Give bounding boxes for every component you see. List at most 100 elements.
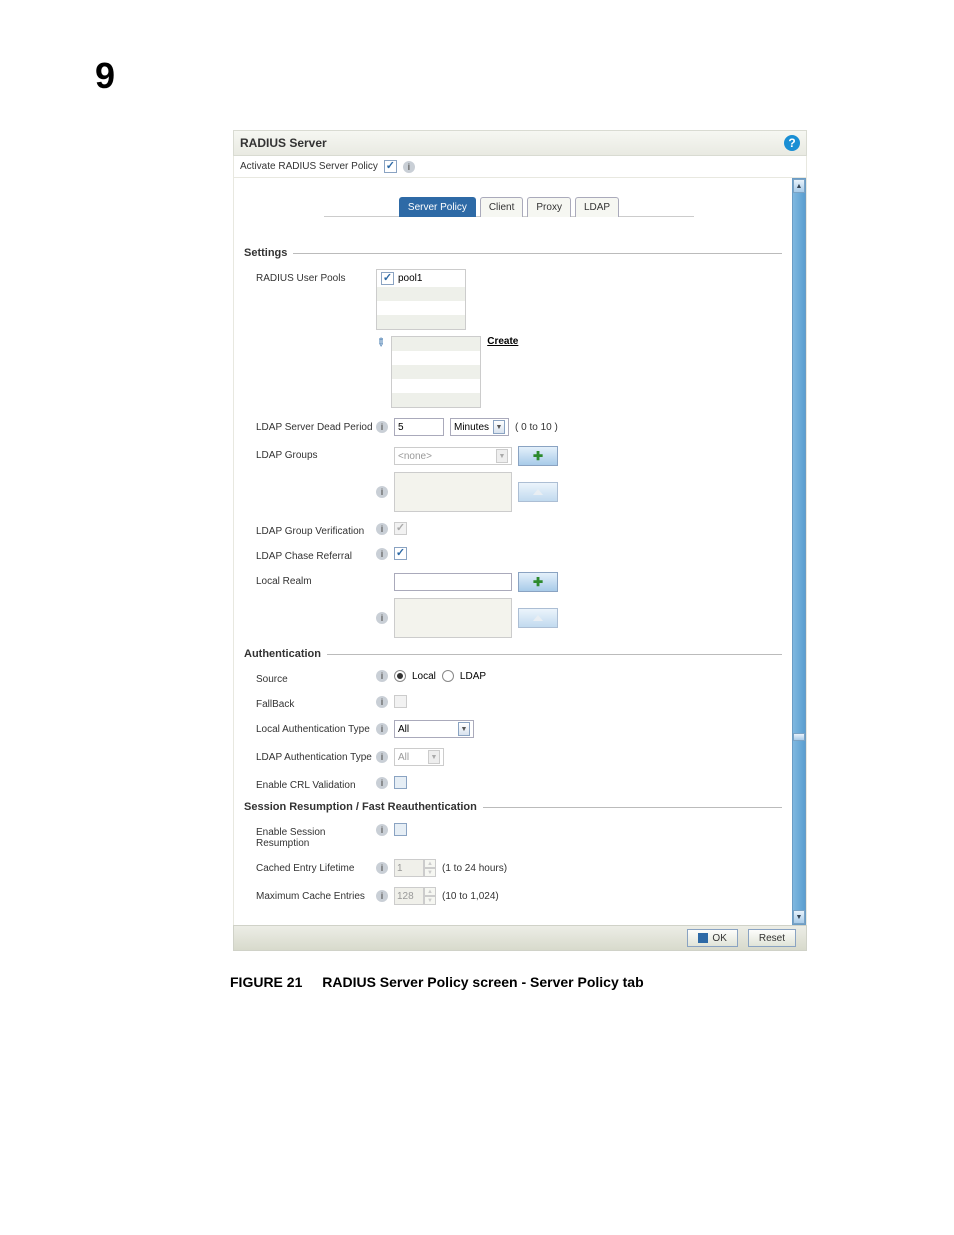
local-auth-type-select[interactable]: All ▼ — [394, 720, 474, 738]
edit-icon[interactable]: ✎ — [373, 335, 389, 351]
window-title: RADIUS Server — [240, 136, 327, 150]
group-verify-label: LDAP Group Verification — [256, 522, 376, 537]
scrollbar-thumb[interactable] — [793, 733, 805, 741]
local-auth-type-value: All — [398, 724, 409, 735]
info-icon[interactable]: i — [376, 486, 388, 498]
figure-caption: FIGURE 21 RADIUS Server Policy screen - … — [230, 974, 954, 990]
save-icon — [698, 933, 708, 943]
enable-session-label: Enable Session Resumption — [256, 823, 376, 849]
user-pools-list[interactable]: pool1 — [376, 269, 466, 330]
info-icon[interactable]: i — [376, 862, 388, 874]
fallback-checkbox — [394, 695, 407, 708]
radius-user-pools-label: RADIUS User Pools — [256, 269, 376, 284]
chase-referral-checkbox[interactable] — [394, 547, 407, 560]
spinner-up-icon: ▲ — [424, 887, 436, 896]
triangle-up-icon — [533, 615, 543, 621]
chevron-down-icon: ▼ — [458, 722, 470, 736]
ldap-auth-type-label: LDAP Authentication Type — [256, 748, 376, 763]
chase-referral-label: LDAP Chase Referral — [256, 547, 376, 562]
source-local-text: Local — [412, 671, 436, 682]
max-cache-range: (10 to 1,024) — [442, 891, 499, 902]
source-label: Source — [256, 670, 376, 685]
reset-button[interactable]: Reset — [748, 929, 796, 947]
screenshot-frame: RADIUS Server ? Activate RADIUS Server P… — [230, 127, 810, 954]
session-header-text: Session Resumption / Fast Reauthenticati… — [244, 801, 477, 813]
reset-button-label: Reset — [759, 933, 785, 944]
tab-ldap[interactable]: LDAP — [575, 197, 619, 217]
local-auth-type-label: Local Authentication Type — [256, 720, 376, 735]
session-header: Session Resumption / Fast Reauthenticati… — [244, 801, 782, 813]
plus-icon: ✚ — [533, 449, 543, 463]
figure-number: FIGURE 21 — [230, 974, 302, 990]
group-verify-checkbox — [394, 522, 407, 535]
scroll-down-icon[interactable]: ▼ — [793, 910, 805, 924]
ldap-groups-remove-button[interactable] — [518, 482, 558, 502]
page-number: 9 — [95, 55, 954, 97]
source-ldap-text: LDAP — [460, 671, 486, 682]
ldap-auth-type-select: All ▼ — [394, 748, 444, 766]
tab-client[interactable]: Client — [480, 197, 524, 217]
ok-button[interactable]: OK — [687, 929, 737, 947]
local-realm-listbox[interactable] — [394, 598, 512, 638]
dead-period-unit-select[interactable]: Minutes▼ — [450, 418, 509, 436]
ldap-groups-placeholder: <none> — [398, 451, 432, 462]
local-realm-remove-button[interactable] — [518, 608, 558, 628]
pool-checkbox[interactable] — [381, 272, 394, 285]
tab-proxy[interactable]: Proxy — [527, 197, 571, 217]
info-icon[interactable]: i — [376, 696, 388, 708]
info-icon[interactable]: i — [376, 777, 388, 789]
local-realm-add-button[interactable]: ✚ — [518, 572, 558, 592]
chevron-down-icon: ▼ — [428, 750, 440, 764]
ldap-groups-select[interactable]: <none>▼ — [394, 447, 512, 465]
pool-item[interactable]: pool1 — [377, 270, 465, 287]
settings-header-text: Settings — [244, 247, 287, 259]
source-local-radio[interactable] — [394, 670, 406, 682]
dead-period-label: LDAP Server Dead Period — [256, 418, 376, 433]
tab-server-policy[interactable]: Server Policy — [399, 197, 476, 217]
cached-lifetime-spinner: ▲▼ — [394, 859, 436, 877]
cached-lifetime-label: Cached Entry Lifetime — [256, 859, 376, 874]
scroll-up-icon[interactable]: ▲ — [793, 179, 805, 193]
max-cache-spinner: ▲▼ — [394, 887, 436, 905]
help-icon[interactable]: ? — [784, 135, 800, 151]
source-ldap-radio[interactable] — [442, 670, 454, 682]
activate-policy-checkbox[interactable] — [384, 160, 397, 173]
user-pools-list-2[interactable] — [391, 336, 481, 408]
tab-bar: Server Policy Client Proxy LDAP — [324, 196, 694, 217]
max-cache-label: Maximum Cache Entries — [256, 887, 376, 902]
info-icon[interactable]: i — [376, 824, 388, 836]
spinner-down-icon: ▼ — [424, 896, 436, 905]
activate-policy-row: Activate RADIUS Server Policy i — [233, 156, 807, 178]
scrollbar[interactable]: ▲ ▼ — [792, 178, 806, 925]
enable-session-checkbox[interactable] — [394, 823, 407, 836]
fallback-label: FallBack — [256, 695, 376, 710]
cached-lifetime-input — [394, 859, 424, 877]
activate-policy-label: Activate RADIUS Server Policy — [240, 161, 378, 172]
info-icon[interactable]: i — [376, 421, 388, 433]
info-icon[interactable]: i — [376, 523, 388, 535]
triangle-up-icon — [533, 489, 543, 495]
info-icon[interactable]: i — [376, 670, 388, 682]
spinner-down-icon: ▼ — [424, 868, 436, 877]
info-icon[interactable]: i — [376, 723, 388, 735]
pool-item-label: pool1 — [398, 273, 422, 284]
auth-header: Authentication — [244, 648, 782, 660]
info-icon[interactable]: i — [376, 548, 388, 560]
info-icon[interactable]: i — [376, 890, 388, 902]
figure-text: RADIUS Server Policy screen - Server Pol… — [322, 974, 643, 990]
window-titlebar: RADIUS Server ? — [233, 130, 807, 156]
dead-period-input[interactable] — [394, 418, 444, 436]
info-icon[interactable]: i — [376, 612, 388, 624]
auth-header-text: Authentication — [244, 648, 321, 660]
local-realm-input[interactable] — [394, 573, 512, 591]
ldap-groups-add-button[interactable]: ✚ — [518, 446, 558, 466]
info-icon[interactable]: i — [403, 161, 415, 173]
dead-period-unit-text: Minutes — [454, 422, 489, 433]
crl-label: Enable CRL Validation — [256, 776, 376, 791]
ldap-groups-listbox[interactable] — [394, 472, 512, 512]
crl-checkbox[interactable] — [394, 776, 407, 789]
info-icon[interactable]: i — [376, 751, 388, 763]
create-link[interactable]: Create — [487, 336, 518, 347]
settings-header: Settings — [244, 247, 782, 259]
ldap-auth-type-value: All — [398, 752, 409, 763]
